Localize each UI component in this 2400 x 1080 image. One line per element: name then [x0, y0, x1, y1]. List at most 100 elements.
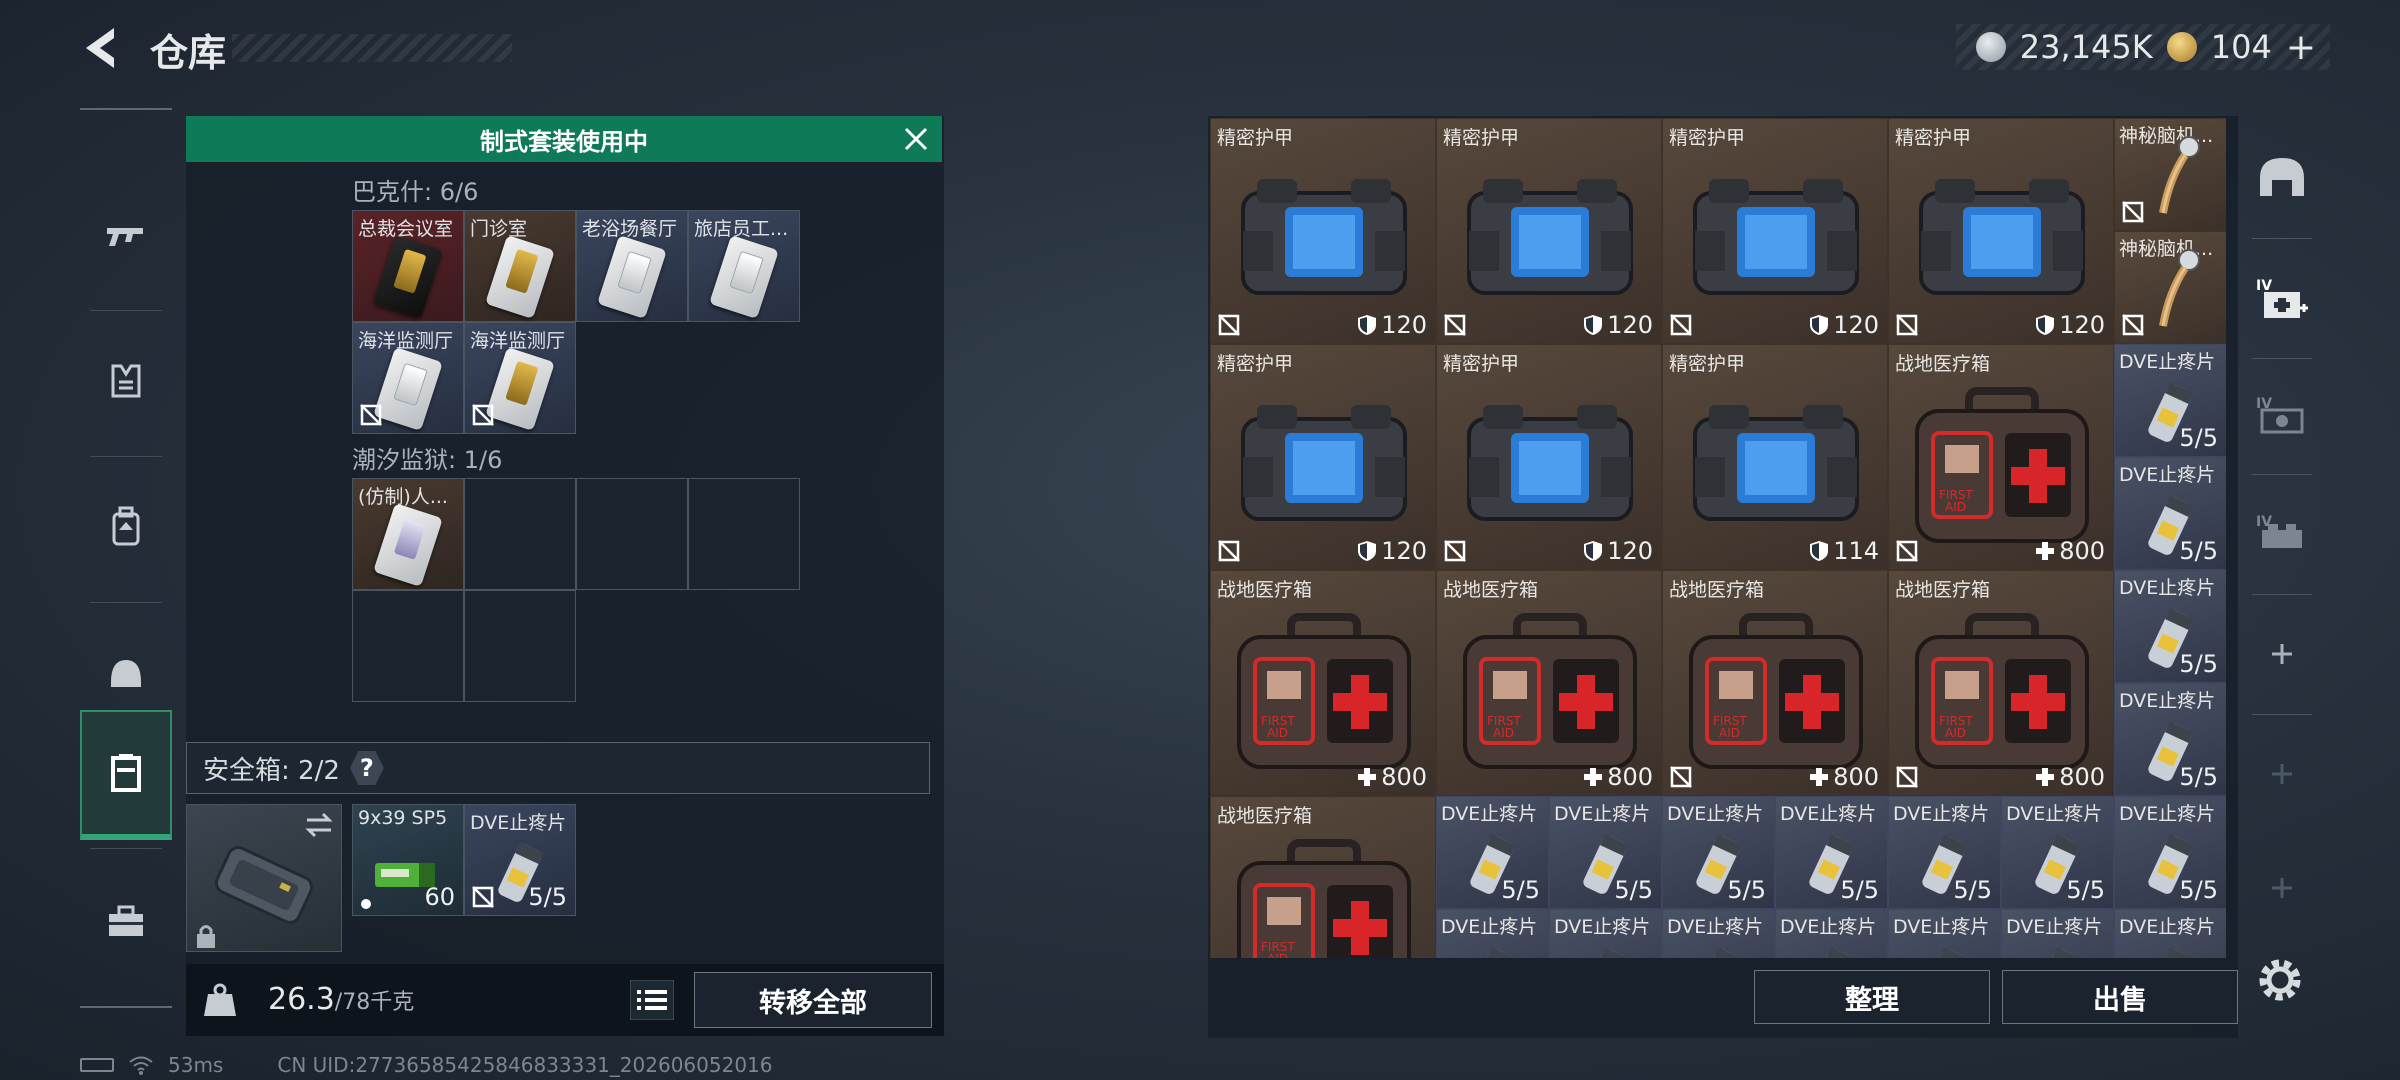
- empty-slot: [688, 478, 800, 590]
- no-return-icon: [1443, 539, 1467, 563]
- armor-item[interactable]: 精密护甲 120: [1436, 118, 1662, 344]
- painkiller-item[interactable]: DVE止疼片: [1775, 909, 1888, 958]
- item-stat-value: 800: [1607, 763, 1653, 791]
- safe-item[interactable]: 9x39 SP5 60: [352, 804, 464, 916]
- list-icon[interactable]: [630, 980, 674, 1020]
- add-slot-icon[interactable]: [2244, 604, 2320, 704]
- painkiller-item[interactable]: DVE止疼片5/5: [1549, 796, 1662, 909]
- armor-item[interactable]: 精密护甲 120: [1210, 118, 1436, 344]
- medkit-item[interactable]: 战地医疗箱 FIRST AID 800: [1888, 570, 2114, 796]
- item-name: 精密护甲: [1669, 127, 1746, 149]
- container-icon[interactable]: [80, 710, 172, 840]
- weight-footer: 26.3/78千克 转移全部: [186, 964, 944, 1036]
- item-name: DVE止疼片: [2119, 577, 2216, 599]
- equipment-slots: IV IV IV: [2244, 108, 2320, 988]
- armor-item[interactable]: 精密护甲 114: [1662, 344, 1888, 570]
- backpack-icon[interactable]: [80, 462, 172, 592]
- item-stat: 120: [1583, 537, 1653, 565]
- add-slot-icon[interactable]: [2244, 838, 2320, 938]
- item-stat: 120: [2035, 311, 2105, 339]
- medkit-item[interactable]: 战地医疗箱 FIRST AID 800: [1436, 570, 1662, 796]
- status-bar: 53ms CN UID:27736585425846833331_2026060…: [80, 1052, 773, 1078]
- organize-button[interactable]: 整理: [1754, 970, 1990, 1024]
- swap-icon[interactable]: [303, 811, 335, 839]
- armor-vest-icon[interactable]: [80, 316, 172, 446]
- neural-chip-item[interactable]: 神秘脑机...: [2114, 118, 2226, 231]
- item-count: 5/5: [1614, 876, 1653, 904]
- add-currency-button[interactable]: +: [2286, 27, 2316, 68]
- keycard-item[interactable]: (仿制)人...: [352, 478, 464, 590]
- painkiller-item[interactable]: DVE止疼片5/5: [2001, 796, 2114, 909]
- painkiller-item[interactable]: DVE止疼片5/5: [1436, 796, 1549, 909]
- painkiller-item[interactable]: DVE止疼片5/5: [2114, 683, 2226, 796]
- kit-in-use-banner: 制式套装使用中: [186, 116, 942, 162]
- pill-bottle-image: [1809, 947, 1855, 958]
- sell-button[interactable]: 出售: [2002, 970, 2238, 1024]
- keycard-item[interactable]: 海洋监测厅: [352, 322, 464, 434]
- no-return-icon: [1217, 313, 1241, 337]
- add-slot-icon[interactable]: [2244, 724, 2320, 824]
- painkiller-item[interactable]: DVE止疼片5/5: [2114, 570, 2226, 683]
- medkit-slot-icon[interactable]: IV: [2244, 248, 2320, 348]
- transfer-all-button[interactable]: 转移全部: [694, 972, 932, 1028]
- close-icon[interactable]: [900, 123, 932, 155]
- lock-icon: [195, 923, 217, 949]
- painkiller-item[interactable]: DVE止疼片: [2001, 909, 2114, 958]
- shield-icon: [1358, 541, 1377, 561]
- rig-slot-icon[interactable]: IV: [2244, 484, 2320, 584]
- keycard-item[interactable]: 旅店员工...: [688, 210, 800, 322]
- painkiller-item[interactable]: DVE止疼片5/5: [1775, 796, 1888, 909]
- armor-item[interactable]: 精密护甲 120: [1888, 118, 2114, 344]
- medkit-item[interactable]: 战地医疗箱 FIRST AID 800: [1662, 570, 1888, 796]
- neural-chip-image: [2159, 249, 2200, 327]
- help-icon[interactable]: ?: [349, 751, 384, 785]
- armor-item[interactable]: 精密护甲 120: [1210, 344, 1436, 570]
- shield-icon: [1358, 315, 1377, 335]
- safe-item[interactable]: DVE止疼片 5/5: [464, 804, 576, 916]
- armor-image: [1241, 405, 1407, 521]
- painkiller-item[interactable]: DVE止疼片5/5: [2114, 344, 2226, 457]
- item-name: 战地医疗箱: [1895, 579, 1991, 601]
- item-stat-value: 120: [1607, 311, 1653, 339]
- settings-gear-icon[interactable]: [2252, 952, 2308, 1008]
- armor-slot-icon[interactable]: IV: [2244, 366, 2320, 466]
- medkit-item[interactable]: 战地医疗箱 FIRST AID: [1210, 796, 1436, 958]
- neural-chip-item[interactable]: 神秘脑机...: [2114, 231, 2226, 344]
- painkiller-item[interactable]: DVE止疼片5/5: [2114, 457, 2226, 570]
- armor-image: [1467, 405, 1633, 521]
- item-name: 老浴场餐厅: [582, 218, 678, 240]
- uid-text: CN UID:27736585425846833331_202606052016: [277, 1053, 773, 1077]
- item-name: 战地医疗箱: [1895, 353, 1991, 375]
- medkit-item[interactable]: 战地医疗箱 FIRST AID 800: [1888, 344, 2114, 570]
- painkiller-item[interactable]: DVE止疼片5/5: [1662, 796, 1775, 909]
- painkiller-item[interactable]: DVE止疼片: [1888, 909, 2001, 958]
- top-bar: 仓库 23,145K 104 +: [0, 0, 2400, 100]
- no-return-icon: [2121, 200, 2145, 224]
- keycard-item[interactable]: 门诊室: [464, 210, 576, 322]
- weapon-icon[interactable]: [80, 170, 172, 300]
- keycard-item[interactable]: 老浴场餐厅: [576, 210, 688, 322]
- armor-item[interactable]: 精密护甲 120: [1436, 344, 1662, 570]
- item-stat-value: 120: [1381, 311, 1427, 339]
- item-count: 5/5: [2066, 876, 2105, 904]
- keycard-item[interactable]: 总裁会议室: [352, 210, 464, 322]
- item-name: DVE止疼片: [1667, 803, 1764, 825]
- item-name: DVE止疼片: [2119, 690, 2216, 712]
- medkit-item[interactable]: 战地医疗箱 FIRST AID 800: [1210, 570, 1436, 796]
- painkiller-item[interactable]: DVE止疼片5/5: [2114, 796, 2226, 909]
- safe-box-slot[interactable]: [186, 804, 342, 952]
- shield-icon: [1810, 541, 1829, 561]
- svg-text:AID: AID: [1493, 726, 1514, 740]
- armor-item[interactable]: 精密护甲 120: [1662, 118, 1888, 344]
- painkiller-item[interactable]: DVE止疼片: [2114, 909, 2226, 958]
- item-name: 战地医疗箱: [1443, 579, 1539, 601]
- painkiller-item[interactable]: DVE止疼片: [1662, 909, 1775, 958]
- back-arrow-icon[interactable]: [78, 24, 126, 72]
- keycard-item[interactable]: 海洋监测厅: [464, 322, 576, 434]
- toolbox-icon[interactable]: [80, 856, 172, 986]
- painkiller-item[interactable]: DVE止疼片5/5: [1888, 796, 2001, 909]
- helmet-slot-icon[interactable]: [2244, 128, 2320, 228]
- painkiller-item[interactable]: DVE止疼片: [1549, 909, 1662, 958]
- painkiller-item[interactable]: DVE止疼片5/5: [1436, 909, 1549, 958]
- item-name: 战地医疗箱: [1217, 805, 1313, 827]
